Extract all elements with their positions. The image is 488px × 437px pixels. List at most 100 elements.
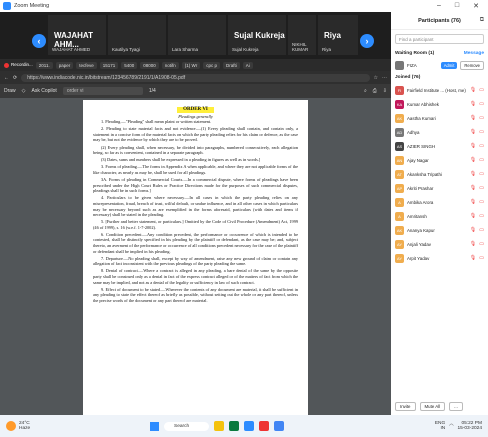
camera-off-icon[interactable]: ▭ xyxy=(479,227,484,233)
maximize-button[interactable]: □ xyxy=(455,2,459,10)
mic-muted-icon[interactable]: 🎙 xyxy=(470,171,476,177)
browser-tab[interactable]: Ai xyxy=(242,61,253,69)
minimize-button[interactable]: – xyxy=(437,2,441,10)
menu-icon[interactable]: ⋯ xyxy=(382,75,387,81)
back-icon[interactable]: ← xyxy=(4,75,9,81)
prev-video-page-button[interactable]: ‹ xyxy=(32,34,46,48)
mic-muted-icon[interactable]: 🎙 xyxy=(470,185,476,191)
video-tile[interactable]: Lara Sharma xyxy=(168,15,226,55)
camera-off-icon[interactable]: ▭ xyxy=(479,115,484,121)
zoom-icon[interactable] xyxy=(244,421,254,431)
eraser-icon[interactable]: ◇ xyxy=(22,88,26,94)
mic-muted-icon[interactable]: 🎙 xyxy=(470,255,476,261)
file-explorer-icon[interactable] xyxy=(214,421,224,431)
camera-off-icon[interactable]: ▭ xyxy=(479,199,484,205)
mic-muted-icon[interactable]: 🎙 xyxy=(470,157,476,163)
browser-tab[interactable]: (1) Wr xyxy=(181,61,201,69)
video-tile[interactable]: NIKHIL KUMAR xyxy=(288,15,316,55)
more-button[interactable]: ... xyxy=(449,402,463,411)
browser-tab[interactable]: 08000 xyxy=(140,61,159,69)
message-button[interactable]: Message xyxy=(464,51,484,56)
browser-tab[interactable]: 2011. xyxy=(35,61,53,69)
avatar: AD xyxy=(395,127,404,137)
participant-row[interactable]: AP Akriti Prashar 🎙 ▭ xyxy=(391,181,488,195)
taskbar-search[interactable]: Search xyxy=(164,421,209,431)
browser-tab[interactable]: 5400 xyxy=(121,61,138,69)
mic-muted-icon[interactable]: 🎙 xyxy=(470,143,476,149)
find-in-pdf-input[interactable]: order vi xyxy=(62,87,143,95)
video-tile[interactable]: Riya Riya xyxy=(318,15,358,55)
video-tile[interactable]: Sujal Kukreja Sujal Kukreja xyxy=(228,15,286,55)
search-icon[interactable]: ⌕ xyxy=(364,88,367,94)
url-field[interactable]: https://www.indiacode.nic.in/bitstream/1… xyxy=(21,73,370,82)
chrome-icon[interactable] xyxy=(274,421,284,431)
windows-start-icon[interactable] xyxy=(150,421,159,431)
pdf-viewer[interactable]: ORDER VI Pleadings generally 1. Pleading… xyxy=(0,98,391,415)
remove-button[interactable]: Remove xyxy=(460,61,484,70)
participant-row[interactable]: A Ambika Arora 🎙 ▭ xyxy=(391,195,488,209)
mic-muted-icon[interactable]: 🎙 xyxy=(470,199,476,205)
wifi-icon[interactable]: ◠ xyxy=(449,424,453,429)
close-button[interactable]: ✕ xyxy=(473,2,479,10)
waiting-participant-name: FIZA xyxy=(407,63,417,68)
camera-off-icon[interactable]: ▭ xyxy=(479,101,484,107)
camera-off-icon[interactable]: ▭ xyxy=(479,255,484,261)
participant-row[interactable]: AK Aastha Kumari 🎙 ▭ xyxy=(391,111,488,125)
participant-row[interactable]: AD Adhya 🎙 ▭ xyxy=(391,125,488,139)
invite-button[interactable]: Invite xyxy=(395,402,416,411)
browser-tab[interactable]: cpc p xyxy=(203,61,220,69)
mute-all-button[interactable]: Mute All xyxy=(419,402,446,411)
avatar: AS xyxy=(395,141,404,151)
camera-off-icon[interactable]: ▭ xyxy=(479,213,484,219)
video-tile[interactable]: WAJAHAT AHM... WAJAHAT AHMED xyxy=(48,15,106,55)
admit-button[interactable]: Admit xyxy=(440,62,458,69)
popout-icon[interactable]: ⧉ xyxy=(480,17,484,24)
participant-row[interactable]: AY Arpit Yadav 🎙 ▭ xyxy=(391,251,488,265)
participant-row[interactable]: AN Ajay Nagar 🎙 ▭ xyxy=(391,153,488,167)
joined-header[interactable]: Joined (76) xyxy=(391,72,488,83)
browser-tab[interactable]: paper xyxy=(55,61,74,69)
edge-icon[interactable] xyxy=(229,421,239,431)
mic-muted-icon[interactable]: 🎙 xyxy=(470,115,476,121)
browser-tab[interactable]: tecfeve xyxy=(76,61,97,69)
mic-muted-icon[interactable]: 🎙 xyxy=(470,213,476,219)
participant-row[interactable]: A Amritansh 🎙 ▭ xyxy=(391,209,488,223)
mic-muted-icon[interactable]: 🎙 xyxy=(470,227,476,233)
camera-off-icon[interactable]: ▭ xyxy=(479,185,484,191)
participant-row[interactable]: FI Fairfield Institute ... (Host, me) 🎙 ▭ xyxy=(391,83,488,97)
video-tile[interactable]: Kautilya Tyagi xyxy=(108,15,166,55)
ask-copilot-button[interactable]: Ask Copilot xyxy=(32,88,57,94)
recording-indicator[interactable]: Recordin... xyxy=(4,62,33,68)
weather-widget[interactable]: 24°C Haze xyxy=(6,421,30,431)
refresh-icon[interactable]: ⟳ xyxy=(13,75,17,81)
next-video-page-button[interactable]: › xyxy=(360,34,374,48)
camera-off-icon[interactable]: ▭ xyxy=(479,143,484,149)
mic-muted-icon[interactable]: 🎙 xyxy=(470,87,476,93)
participant-row[interactable]: AS AZIER SINGH 🎙 ▭ xyxy=(391,139,488,153)
save-icon[interactable]: ⇩ xyxy=(383,88,387,94)
mic-muted-icon[interactable]: 🎙 xyxy=(470,241,476,247)
draw-button[interactable]: Draw xyxy=(4,88,16,94)
camera-off-icon[interactable]: ▭ xyxy=(479,129,484,135)
mic-muted-icon[interactable]: 🎙 xyxy=(470,129,476,135)
mic-muted-icon[interactable]: 🎙 xyxy=(470,101,476,107)
browser-tab[interactable]: Drafti xyxy=(222,61,240,69)
star-icon[interactable]: ☆ xyxy=(374,75,378,81)
browser-tab[interactable]: 15171 xyxy=(99,61,119,69)
waiting-room-header[interactable]: Waiting Room (1) Message xyxy=(391,48,488,59)
app-icon[interactable] xyxy=(259,421,269,431)
participant-row[interactable]: AY Anjali Yadav 🎙 ▭ xyxy=(391,237,488,251)
find-participant-input[interactable]: Find a participant xyxy=(395,34,484,44)
camera-off-icon[interactable]: ▭ xyxy=(479,171,484,177)
participant-row[interactable]: KA Kumar Abhishek 🎙 ▭ xyxy=(391,97,488,111)
clock[interactable]: 05:22 PM 15-03-2024 xyxy=(457,421,482,431)
language-indicator[interactable]: ENG IN xyxy=(435,421,445,431)
browser-tab[interactable]: notifn xyxy=(161,61,179,69)
camera-off-icon[interactable]: ▭ xyxy=(479,157,484,163)
participant-name: Aastha Kumari xyxy=(407,115,436,121)
camera-off-icon[interactable]: ▭ xyxy=(479,87,484,93)
camera-off-icon[interactable]: ▭ xyxy=(479,241,484,247)
participant-row[interactable]: AK Ananya Kapur 🎙 ▭ xyxy=(391,223,488,237)
print-icon[interactable]: ⎙ xyxy=(373,88,377,94)
participant-row[interactable]: AT Akanksha Tripathi 🎙 ▭ xyxy=(391,167,488,181)
